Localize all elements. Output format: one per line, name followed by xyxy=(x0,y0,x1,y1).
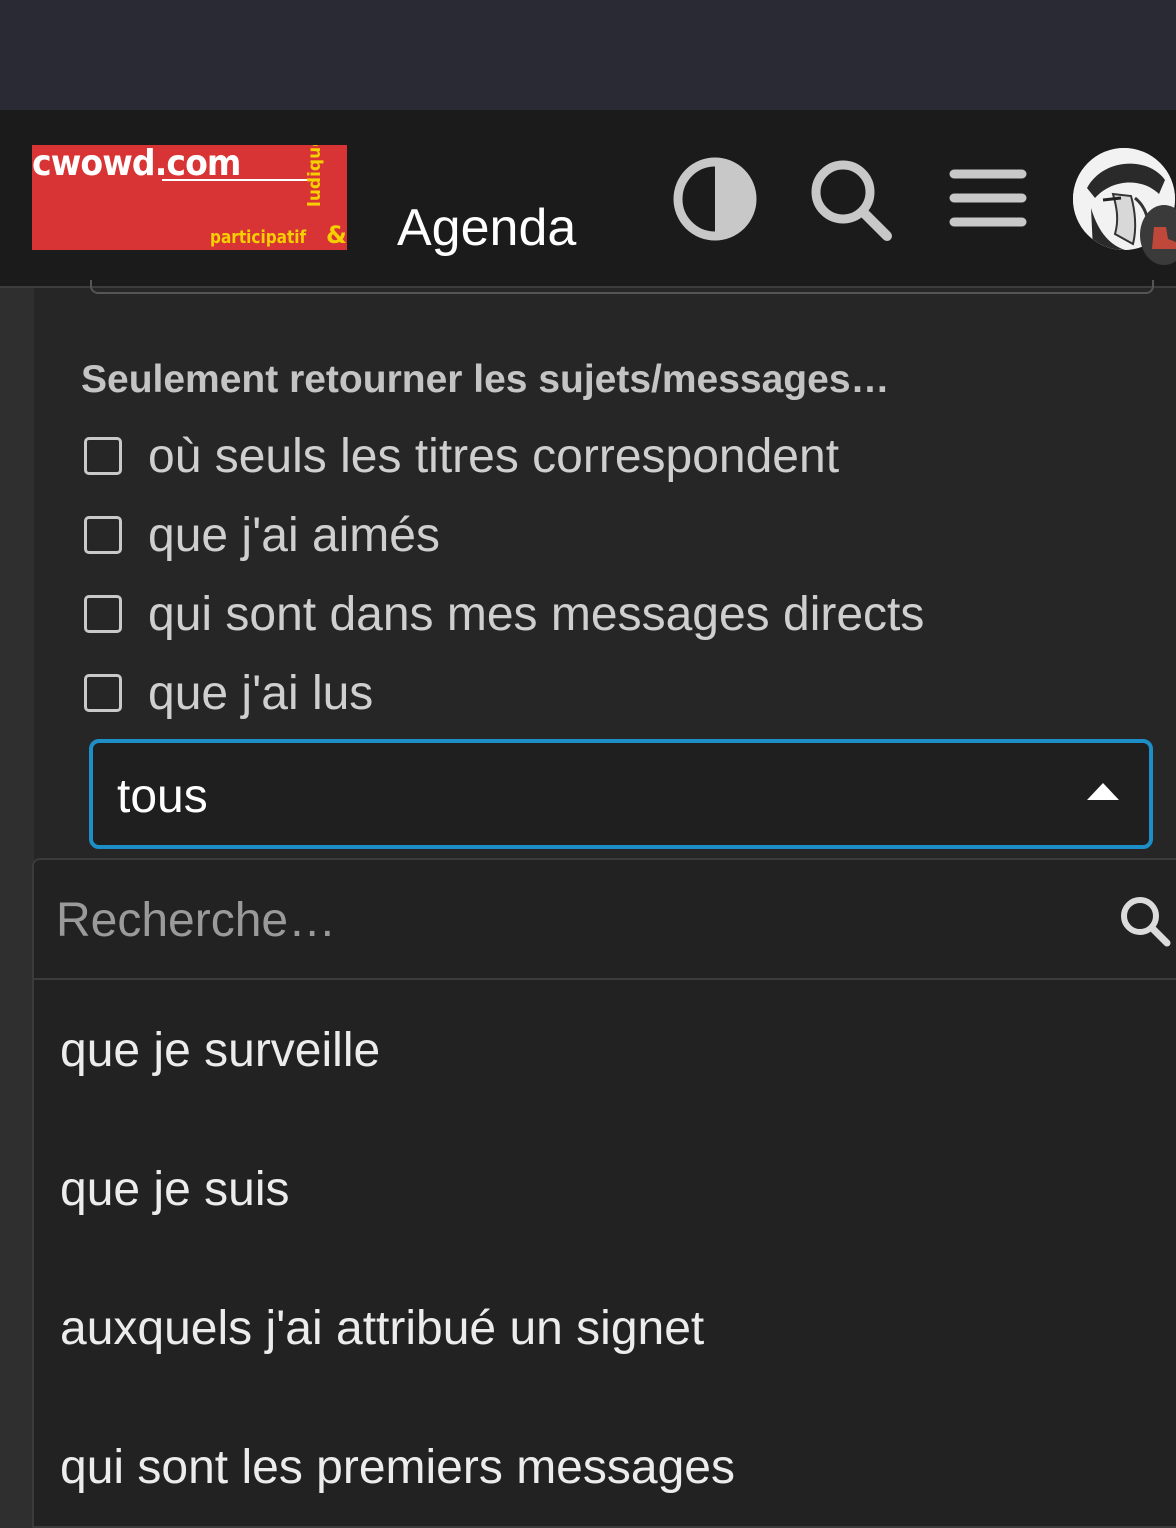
checkbox-row-liked[interactable]: que j'ai aimés xyxy=(84,509,440,562)
site-logo[interactable]: cwowd.com participatif & ludique xyxy=(32,145,347,250)
dropdown-search xyxy=(34,860,1176,980)
page-title[interactable]: Agenda xyxy=(397,202,576,254)
dropdown-option-bookmarked[interactable]: auxquels j'ai attribué un signet xyxy=(60,1301,704,1356)
dropdown-option-tracking[interactable]: que je suis xyxy=(60,1162,289,1217)
checkbox-read[interactable] xyxy=(84,674,122,712)
logo-vertical-text: ludique xyxy=(305,145,325,207)
checkbox-label: que j'ai aimés xyxy=(148,508,440,562)
status-select[interactable]: tous xyxy=(89,739,1153,849)
logo-ampersand: & xyxy=(326,221,347,249)
select-dropdown: que je surveille que je suis auxquels j'… xyxy=(32,858,1176,1528)
logo-divider xyxy=(162,179,315,181)
checkbox-direct-messages[interactable] xyxy=(84,595,122,633)
select-value: tous xyxy=(117,770,208,823)
dropdown-option-first-posts[interactable]: qui sont les premiers messages xyxy=(60,1440,735,1495)
status-badge xyxy=(1140,205,1176,265)
search-icon xyxy=(1118,894,1172,948)
dropdown-search-input[interactable] xyxy=(56,890,1116,950)
checkbox-row-direct-messages[interactable]: qui sont dans mes messages directs xyxy=(84,588,924,641)
logo-sub-text: participatif xyxy=(210,227,307,248)
checkbox-row-read[interactable]: que j'ai lus xyxy=(84,667,373,720)
checkbox-row-titles-only[interactable]: où seuls les titres correspondent xyxy=(84,430,839,483)
site-header: cwowd.com participatif & ludique Agenda xyxy=(0,110,1176,288)
theme-toggle-icon[interactable] xyxy=(670,154,760,244)
checkbox-label: où seuls les titres correspondent xyxy=(148,429,840,483)
status-bar xyxy=(0,0,1176,110)
caret-up-icon xyxy=(1087,783,1119,800)
dropdown-option-watching[interactable]: que je surveille xyxy=(60,1023,380,1078)
checkbox-label: que j'ai lus xyxy=(148,666,374,720)
checkbox-label: qui sont dans mes messages directs xyxy=(148,587,925,641)
checkbox-titles-only[interactable] xyxy=(84,437,122,475)
menu-icon[interactable] xyxy=(944,154,1034,244)
search-icon[interactable] xyxy=(805,154,895,244)
previous-field-bottom xyxy=(90,280,1154,294)
filter-section-label: Seulement retourner les sujets/messages… xyxy=(81,358,890,401)
checkbox-liked[interactable] xyxy=(84,516,122,554)
